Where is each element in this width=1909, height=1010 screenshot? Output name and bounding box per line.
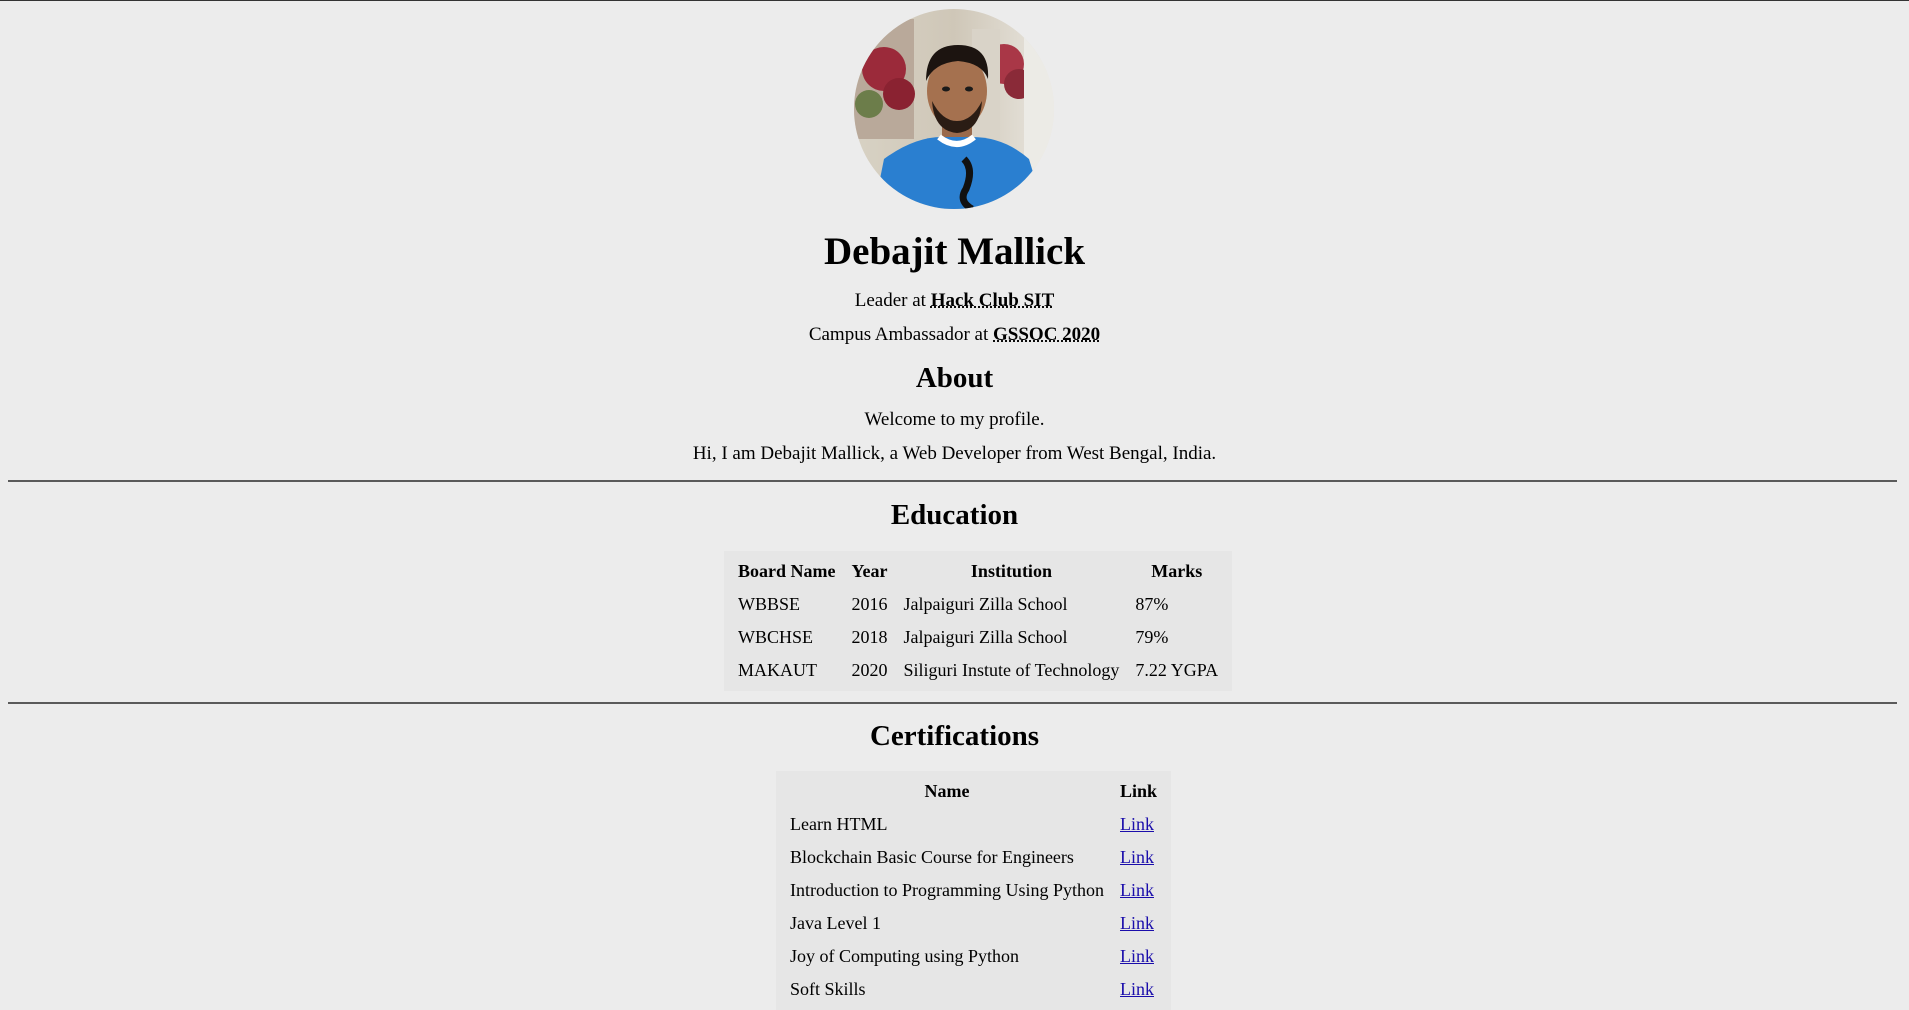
profile-name: Debajit Mallick: [0, 232, 1909, 272]
table-row: Soft Skills Link: [782, 973, 1165, 1006]
cell-cert-name: Joy of Computing using Python: [782, 940, 1112, 973]
cell-cert-name: Soft Skills: [782, 973, 1112, 1006]
cell-cert-name: Blockchain Basic Course for Engineers: [782, 841, 1112, 874]
cert-link[interactable]: Link: [1120, 946, 1154, 966]
org-link-hack-club[interactable]: Hack Club SIT: [931, 290, 1055, 311]
cert-link[interactable]: Link: [1120, 880, 1154, 900]
cert-link[interactable]: Link: [1120, 979, 1154, 999]
certifications-heading: Certifications: [0, 720, 1909, 752]
column-header-institution: Institution: [896, 555, 1128, 588]
education-table: Board Name Year Institution Marks WBBSE …: [724, 551, 1232, 691]
about-intro-text: Hi, I am Debajit Mallick, a Web Develope…: [0, 443, 1909, 465]
cert-link[interactable]: Link: [1120, 913, 1154, 933]
top-border: [0, 0, 1909, 1]
column-header-name: Name: [782, 775, 1112, 808]
table-row: Java Level 1 Link: [782, 907, 1165, 940]
cell-marks: 87%: [1127, 588, 1226, 621]
section-divider: [8, 702, 1897, 704]
table-header-row: Name Link: [782, 775, 1165, 808]
cell-board: WBCHSE: [730, 621, 844, 654]
role-line-ambassador: Campus Ambassador at GSSOC 2020: [0, 324, 1909, 346]
cell-marks: 79%: [1127, 621, 1226, 654]
table-row: Joy of Computing using Python Link: [782, 940, 1165, 973]
cell-marks: 7.22 YGPA: [1127, 654, 1226, 687]
column-header-link: Link: [1112, 775, 1165, 808]
column-header-board: Board Name: [730, 555, 844, 588]
table-row: WBCHSE 2018 Jalpaiguri Zilla School 79%: [730, 621, 1226, 654]
education-heading: Education: [0, 499, 1909, 531]
cert-link[interactable]: Link: [1120, 847, 1154, 867]
about-heading: About: [0, 362, 1909, 394]
cell-institution: Jalpaiguri Zilla School: [896, 621, 1128, 654]
avatar: [854, 9, 1054, 209]
table-row: Introduction to Programming Using Python…: [782, 874, 1165, 907]
org-link-gssoc[interactable]: GSSOC 2020: [993, 324, 1100, 345]
table-row: Blockchain Basic Course for Engineers Li…: [782, 841, 1165, 874]
table-row: Learn HTML Link: [782, 808, 1165, 841]
cell-year: 2020: [844, 654, 896, 687]
cell-cert-name: Introduction to Programming Using Python: [782, 874, 1112, 907]
table-header-row: Board Name Year Institution Marks: [730, 555, 1226, 588]
column-header-marks: Marks: [1127, 555, 1226, 588]
cell-board: WBBSE: [730, 588, 844, 621]
cell-year: 2016: [844, 588, 896, 621]
column-header-year: Year: [844, 555, 896, 588]
role-line-leader: Leader at Hack Club SIT: [0, 290, 1909, 312]
avatar-photo: [854, 9, 1054, 209]
cell-year: 2018: [844, 621, 896, 654]
certifications-table: Name Link Learn HTML Link Blockchain Bas…: [776, 771, 1171, 1010]
table-row: WBBSE 2016 Jalpaiguri Zilla School 87%: [730, 588, 1226, 621]
role-prefix: Campus Ambassador at: [809, 324, 993, 345]
about-welcome-text: Welcome to my profile.: [0, 409, 1909, 431]
section-divider: [8, 480, 1897, 482]
cert-link[interactable]: Link: [1120, 814, 1154, 834]
cell-cert-name: Learn HTML: [782, 808, 1112, 841]
cell-institution: Siliguri Instute of Technology: [896, 654, 1128, 687]
table-row: MAKAUT 2020 Siliguri Instute of Technolo…: [730, 654, 1226, 687]
cell-board: MAKAUT: [730, 654, 844, 687]
role-prefix: Leader at: [855, 290, 931, 311]
cell-institution: Jalpaiguri Zilla School: [896, 588, 1128, 621]
cell-cert-name: Java Level 1: [782, 907, 1112, 940]
